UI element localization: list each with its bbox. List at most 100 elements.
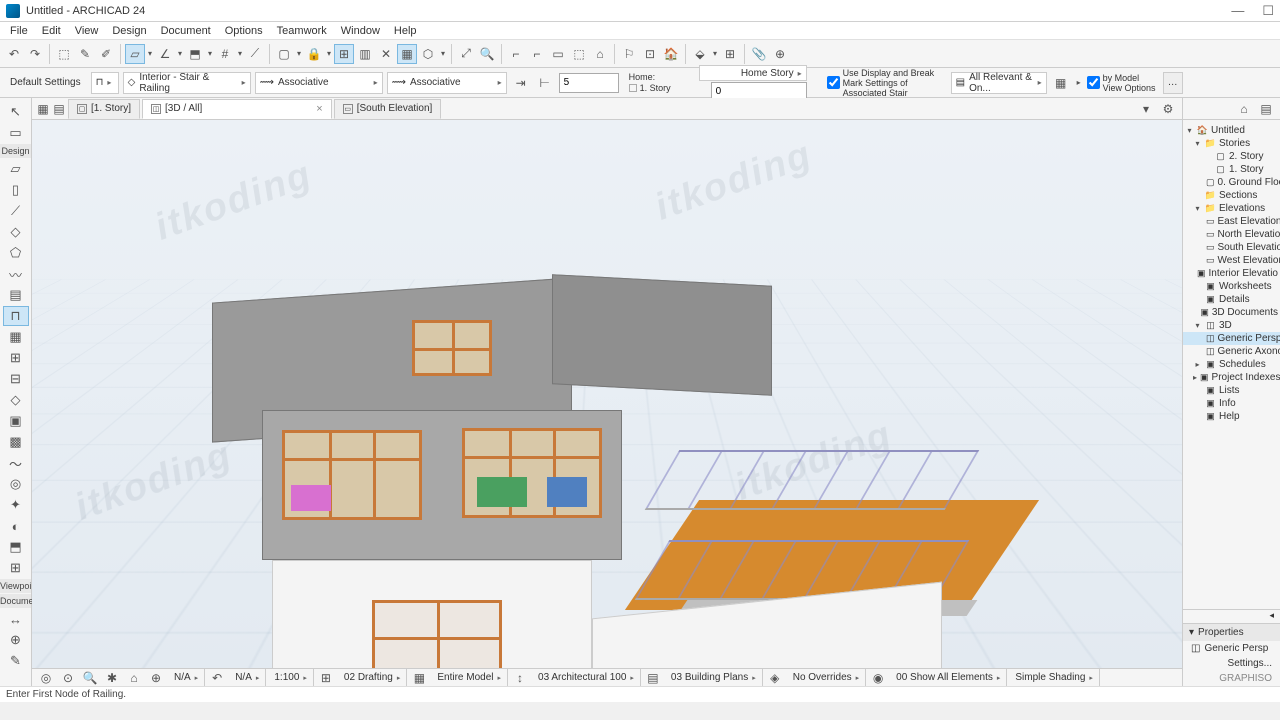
door-tool[interactable]: ⊟ [3, 369, 29, 389]
menu-view[interactable]: View [69, 24, 105, 38]
menu-edit[interactable]: Edit [36, 24, 67, 38]
angle1-button[interactable]: ⌐ [506, 44, 526, 64]
attach2-button[interactable]: ⊕ [770, 44, 790, 64]
eyedropper-button[interactable]: ✎ [75, 44, 95, 64]
shell-tool[interactable]: 〰 [3, 264, 29, 284]
menu-teamwork[interactable]: Teamwork [271, 24, 333, 38]
model-icon[interactable]: ▦ [409, 668, 429, 688]
document-category[interactable]: Docume [0, 594, 31, 608]
lamp-tool[interactable]: ◐ [3, 516, 29, 536]
menu-window[interactable]: Window [335, 24, 386, 38]
wall-tool[interactable]: ▱ [3, 159, 29, 179]
home-button[interactable]: ⌂ [590, 44, 610, 64]
prop-settings-button[interactable]: Settings... [1183, 656, 1280, 671]
pan-icon[interactable]: ⊕ [146, 668, 166, 688]
id-button[interactable]: ⊡ [640, 44, 660, 64]
status-arch[interactable]: 03 Architectural 100▸ [532, 669, 641, 686]
column-tool[interactable]: ▯ [3, 180, 29, 200]
tab-grid-icon[interactable]: ▦ [36, 102, 50, 116]
dim-tool[interactable]: ↔ [3, 609, 29, 629]
opening-tool[interactable]: ◎ [3, 474, 29, 494]
layer-selector[interactable]: ◇ Interior - Stair & Railing▸ [123, 72, 251, 94]
zone-tool[interactable]: ▩ [3, 432, 29, 452]
show3d-button[interactable]: ⬙ [690, 44, 710, 64]
nav-scroll-left[interactable]: ◂ [1183, 609, 1280, 623]
box-button[interactable]: ▢ [274, 44, 294, 64]
nav-map-icon[interactable]: ⌂ [1234, 99, 1254, 119]
object-tool[interactable]: ▣ [3, 411, 29, 431]
curtain-tool[interactable]: ▦ [3, 327, 29, 347]
level-tool[interactable]: ⊕ [3, 630, 29, 650]
text-tool[interactable]: ✎ [3, 651, 29, 671]
design-category[interactable]: Design [0, 144, 31, 158]
lock-button[interactable]: 🔒 [304, 44, 324, 64]
tab-3d[interactable]: ◫[3D / All]× [142, 99, 332, 119]
minimize-button[interactable]: — [1231, 3, 1244, 19]
geometry3-drop[interactable]: ▾ [206, 49, 214, 58]
window-tool[interactable]: ⊞ [3, 348, 29, 368]
status-showall[interactable]: 00 Show All Elements▸ [890, 669, 1007, 686]
layer-icon[interactable]: ⊞ [316, 668, 336, 688]
stair-layer-tool[interactable]: ▤ [3, 285, 29, 305]
find-button[interactable]: 🔍 [477, 44, 497, 64]
use-display-checkbox[interactable]: Use Display and Break Mark Settings of A… [827, 68, 947, 98]
navigator-tree[interactable]: ▾🏠Untitled ▾📁Stories ▢2. Story ▢1. Story… [1183, 120, 1280, 609]
status-zoom[interactable]: 1:100▸ [268, 669, 314, 686]
default-settings-label[interactable]: Default Settings [4, 77, 87, 88]
geometry-method-2[interactable]: ⟿ Associative▸ [387, 72, 507, 94]
properties-header[interactable]: ▾Properties [1183, 624, 1280, 641]
menu-options[interactable]: Options [219, 24, 269, 38]
status-na1[interactable]: N/A▸ [168, 669, 205, 686]
menu-file[interactable]: File [4, 24, 34, 38]
grid-drop[interactable]: ▾ [236, 49, 244, 58]
rect1-button[interactable]: ▭ [548, 44, 568, 64]
seg-button-1[interactable]: ⇥ [511, 73, 531, 93]
geometry3-button[interactable]: ⬒ [185, 44, 205, 64]
info-more[interactable]: … [1163, 72, 1183, 94]
tab-story[interactable]: ▢[1. Story] [68, 99, 140, 119]
menu-document[interactable]: Document [155, 24, 217, 38]
status-plans[interactable]: 03 Building Plans▸ [665, 669, 763, 686]
status-entire[interactable]: Entire Model▸ [431, 669, 508, 686]
status-drafting[interactable]: 02 Drafting▸ [338, 669, 407, 686]
show-icon[interactable]: ◉ [868, 668, 888, 688]
grid-button[interactable]: # [215, 44, 235, 64]
flag-button[interactable]: ⚐ [619, 44, 639, 64]
pick-button[interactable]: ⬚ [54, 44, 74, 64]
viewpoint-category[interactable]: Viewpoi [0, 579, 31, 593]
measure-button[interactable]: ⤢ [456, 44, 476, 64]
geometry2-drop[interactable]: ▾ [176, 49, 184, 58]
segment-count-input[interactable] [559, 73, 619, 93]
grid-tool[interactable]: ⊞ [3, 558, 29, 578]
zoom-icon[interactable]: 🔍 [80, 668, 100, 688]
tab-list-icon[interactable]: ▤ [52, 102, 66, 116]
geometry2-button[interactable]: ∠ [155, 44, 175, 64]
corner-tool[interactable]: ⬒ [3, 537, 29, 557]
status-overrides[interactable]: No Overrides▸ [787, 669, 866, 686]
angle2-button[interactable]: ⌐ [527, 44, 547, 64]
maximize-button[interactable]: ☐ [1262, 3, 1274, 19]
arrow-tool[interactable]: ↖ [3, 102, 29, 122]
fit-icon[interactable]: ⊙ [58, 668, 78, 688]
geometry1-button[interactable]: ▱ [125, 44, 145, 64]
prev-icon[interactable]: ✱ [102, 668, 122, 688]
tab-nav-icon[interactable]: ▾ [1136, 99, 1156, 119]
status-na2[interactable]: N/A▸ [229, 669, 266, 686]
status-shading[interactable]: Simple Shading▸ [1009, 669, 1100, 686]
orbit-icon[interactable]: ◎ [36, 668, 56, 688]
home-story-button[interactable]: Home Story ▸ [699, 65, 807, 81]
over-icon[interactable]: ◈ [765, 668, 785, 688]
inject-button[interactable]: ✐ [96, 44, 116, 64]
relevant-filter[interactable]: ▤ All Relevant & On...▸ [951, 72, 1047, 94]
geometry1-drop[interactable]: ▾ [146, 49, 154, 58]
seg-button-2[interactable]: ⊢ [535, 73, 555, 93]
tab-opts-icon[interactable]: ⚙ [1158, 99, 1178, 119]
rect2-button[interactable]: ⬚ [569, 44, 589, 64]
home-icon[interactable]: ⌂ [124, 668, 144, 688]
skylight-tool[interactable]: ◇ [3, 390, 29, 410]
marquee-tool[interactable]: ▭ [3, 123, 29, 143]
railing-tool[interactable]: ⊓ [3, 306, 29, 326]
beam-tool[interactable]: ⟋ [3, 201, 29, 221]
attach1-button[interactable]: 📎 [749, 44, 769, 64]
tab-south-elevation[interactable]: ▭[South Elevation] [334, 99, 442, 119]
